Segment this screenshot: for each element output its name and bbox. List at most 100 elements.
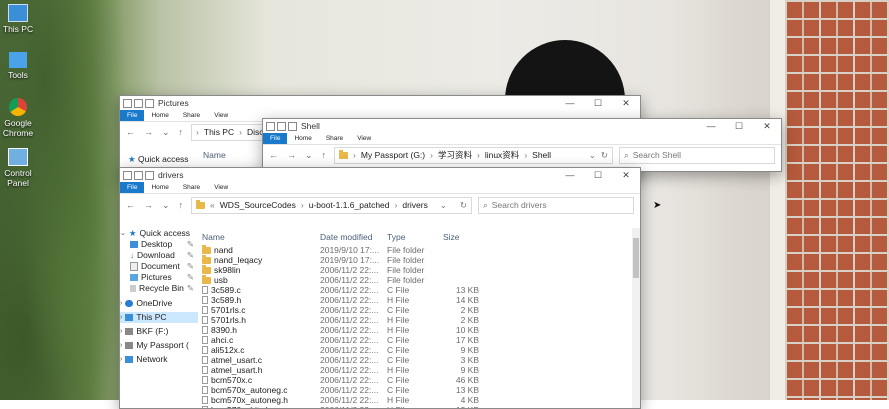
ribbon-file-tab[interactable]: File — [263, 133, 288, 144]
ribbon-view-tab[interactable]: View — [350, 135, 378, 142]
column-header-name[interactable]: Name — [203, 150, 226, 160]
sidebar-item-network[interactable]: › Network — [120, 354, 198, 365]
vertical-scrollbar[interactable] — [632, 228, 640, 408]
file-row[interactable]: bcm570x_autoneg.h 2006/11/2 22:... H File 4… — [200, 395, 640, 405]
chevron-down-icon[interactable]: ⌄ — [440, 200, 447, 211]
ribbon-home-tab[interactable]: Home — [287, 135, 318, 142]
close-button[interactable]: ✕ — [612, 98, 640, 109]
address-bar[interactable]: › My Passport (G:) › 学习资料 › linux资料 › Sh… — [334, 146, 613, 164]
file-row[interactable]: bcm570x_autoneg.c 2006/11/2 22:... C File 1… — [200, 385, 640, 395]
address-bar[interactable]: « WDS_SourceCodes › u-boot-1.1.6_patched… — [191, 196, 472, 214]
file-row[interactable]: 3c589.h 2006/11/2 22:... H File 14 KB — [200, 295, 640, 305]
chevron-right-icon[interactable]: › — [120, 326, 122, 337]
chevron-right-icon[interactable]: › — [120, 354, 122, 365]
desktop-icon-tools[interactable]: Tools — [0, 52, 40, 80]
explorer-window-shell[interactable]: Shell — ☐ ✕ File Home Share View ← → ⌄ ↑ › … — [262, 118, 782, 172]
sidebar-item-desktop[interactable]: Desktop ✎ — [120, 239, 198, 250]
search-box[interactable]: ⌕ Search drivers — [478, 196, 634, 214]
sidebar-item-bkf-drive[interactable]: › BKF (F:) — [120, 326, 198, 337]
quick-access-toolbar[interactable] — [123, 98, 154, 108]
back-icon[interactable]: ← — [269, 150, 278, 161]
ribbon-view-tab[interactable]: View — [207, 112, 235, 119]
sidebar-item-download[interactable]: ↓ Download ✎ — [120, 250, 198, 261]
column-header-date[interactable]: Date modified — [320, 232, 387, 242]
desktop-icon-this-pc[interactable]: This PC — [0, 4, 40, 34]
file-row[interactable]: sk98lin 2006/11/2 22:... File folder — [200, 265, 640, 275]
close-button[interactable]: ✕ — [612, 170, 640, 181]
forward-icon[interactable]: → — [144, 200, 153, 211]
maximize-button[interactable]: ☐ — [725, 121, 753, 132]
file-row[interactable]: ali512x.c 2006/11/2 22:... C File 9 KB — [200, 345, 640, 355]
refresh-icon[interactable]: ↻ — [452, 200, 471, 211]
sidebar-item-recycle-bin[interactable]: Recycle Bin ✎ — [120, 283, 198, 294]
ribbon-file-tab[interactable]: File — [120, 182, 145, 193]
ribbon-share-tab[interactable]: Share — [319, 135, 350, 142]
sidebar-item-quick-access[interactable]: ⌄ ★ Quick access — [120, 228, 198, 239]
file-row[interactable]: usb 2006/11/2 22:... File folder — [200, 275, 640, 285]
chevron-right-icon[interactable]: › — [120, 312, 122, 323]
back-icon[interactable]: ← — [126, 127, 135, 138]
ribbon-file-tab[interactable]: File — [120, 110, 145, 121]
breadcrumb-item[interactable]: linux资料 — [485, 149, 519, 161]
file-row[interactable]: 3c589.c 2006/11/2 22:... C File 13 KB — [200, 285, 640, 295]
breadcrumb-item[interactable]: drivers — [402, 200, 428, 210]
up-icon[interactable]: ↑ — [179, 200, 184, 211]
column-header-type[interactable]: Type — [387, 232, 443, 242]
close-button[interactable]: ✕ — [753, 121, 781, 132]
maximize-button[interactable]: ☐ — [584, 98, 612, 109]
minimize-button[interactable]: — — [697, 121, 725, 132]
explorer-window-drivers[interactable]: drivers — ☐ ✕ File Home Share View ← → ⌄ ↑ … — [119, 167, 641, 409]
quick-access-toolbar[interactable] — [266, 121, 297, 131]
maximize-button[interactable]: ☐ — [584, 170, 612, 181]
recent-locations-icon[interactable]: ⌄ — [305, 150, 313, 161]
minimize-button[interactable]: — — [556, 98, 584, 109]
file-row[interactable]: 5701rls.c 2006/11/2 22:... C File 2 KB — [200, 305, 640, 315]
sidebar-item-pictures[interactable]: Pictures ✎ — [120, 272, 198, 283]
breadcrumb-item[interactable]: This PC — [204, 127, 234, 137]
scrollbar-thumb[interactable] — [633, 238, 639, 278]
chevron-down-icon[interactable]: ⌄ — [589, 150, 596, 161]
up-icon[interactable]: ↑ — [322, 150, 327, 161]
ribbon-share-tab[interactable]: Share — [176, 112, 207, 119]
recent-locations-icon[interactable]: ⌄ — [162, 127, 170, 138]
back-icon[interactable]: ← — [126, 200, 135, 211]
breadcrumb-item[interactable]: 学习资料 — [438, 149, 472, 161]
chevron-right-icon[interactable]: › — [120, 340, 122, 351]
ribbon-home-tab[interactable]: Home — [144, 184, 175, 191]
forward-icon[interactable]: → — [287, 150, 296, 161]
file-row[interactable]: atmel_usart.h 2006/11/2 22:... H File 9 KB — [200, 365, 640, 375]
forward-icon[interactable]: → — [144, 127, 153, 138]
minimize-button[interactable]: — — [556, 170, 584, 181]
breadcrumb-item[interactable]: Shell — [532, 150, 551, 160]
ribbon-share-tab[interactable]: Share — [176, 184, 207, 191]
recent-locations-icon[interactable]: ⌄ — [162, 200, 170, 211]
chevron-right-icon[interactable]: › — [120, 298, 122, 309]
file-row[interactable]: nand 2019/9/10 17:... File folder — [200, 245, 640, 255]
search-box[interactable]: ⌕ Search Shell — [619, 146, 775, 164]
desktop-icon-chrome[interactable]: Google Chrome — [0, 98, 40, 138]
file-row[interactable]: ahci.c 2006/11/2 22:... C File 17 KB — [200, 335, 640, 345]
chevron-down-icon[interactable]: ⌄ — [120, 228, 126, 239]
sidebar-item-onedrive[interactable]: › OneDrive — [120, 298, 198, 309]
up-icon[interactable]: ↑ — [179, 127, 184, 138]
column-header-size[interactable]: Size — [443, 232, 479, 242]
file-row[interactable]: 8390.h 2006/11/2 22:... H File 10 KB — [200, 325, 640, 335]
sidebar-item-document[interactable]: Document ✎ — [120, 261, 198, 272]
breadcrumb-item[interactable]: My Passport (G:) — [361, 150, 425, 160]
file-row[interactable]: atmel_usart.c 2006/11/2 22:... C File 3 KB — [200, 355, 640, 365]
sidebar-item-quick-access[interactable]: ★ Quick access — [128, 154, 189, 165]
sidebar-item-my-passport[interactable]: › My Passport ( — [120, 340, 198, 351]
breadcrumb-item[interactable]: u-boot-1.1.6_patched — [309, 200, 390, 210]
file-row[interactable]: 5701rls.h 2006/11/2 22:... H File 2 KB — [200, 315, 640, 325]
desktop-icon-control-panel[interactable]: Control Panel — [0, 148, 40, 188]
refresh-icon[interactable]: ↻ — [601, 150, 612, 161]
column-header-name[interactable]: Name — [200, 232, 320, 242]
sidebar-item-this-pc[interactable]: › This PC — [120, 312, 198, 323]
file-row[interactable]: nand_leqacy 2019/9/10 17:... File folder — [200, 255, 640, 265]
quick-access-toolbar[interactable] — [123, 170, 154, 180]
breadcrumb-item[interactable]: WDS_SourceCodes — [220, 200, 296, 210]
ribbon-view-tab[interactable]: View — [207, 184, 235, 191]
ribbon-home-tab[interactable]: Home — [144, 112, 175, 119]
file-row[interactable]: bcm570x.c 2006/11/2 22:... C File 46 KB — [200, 375, 640, 385]
file-row[interactable]: bcm570x_bits.h 2006/11/2 22:...H File13 K… — [200, 405, 640, 408]
